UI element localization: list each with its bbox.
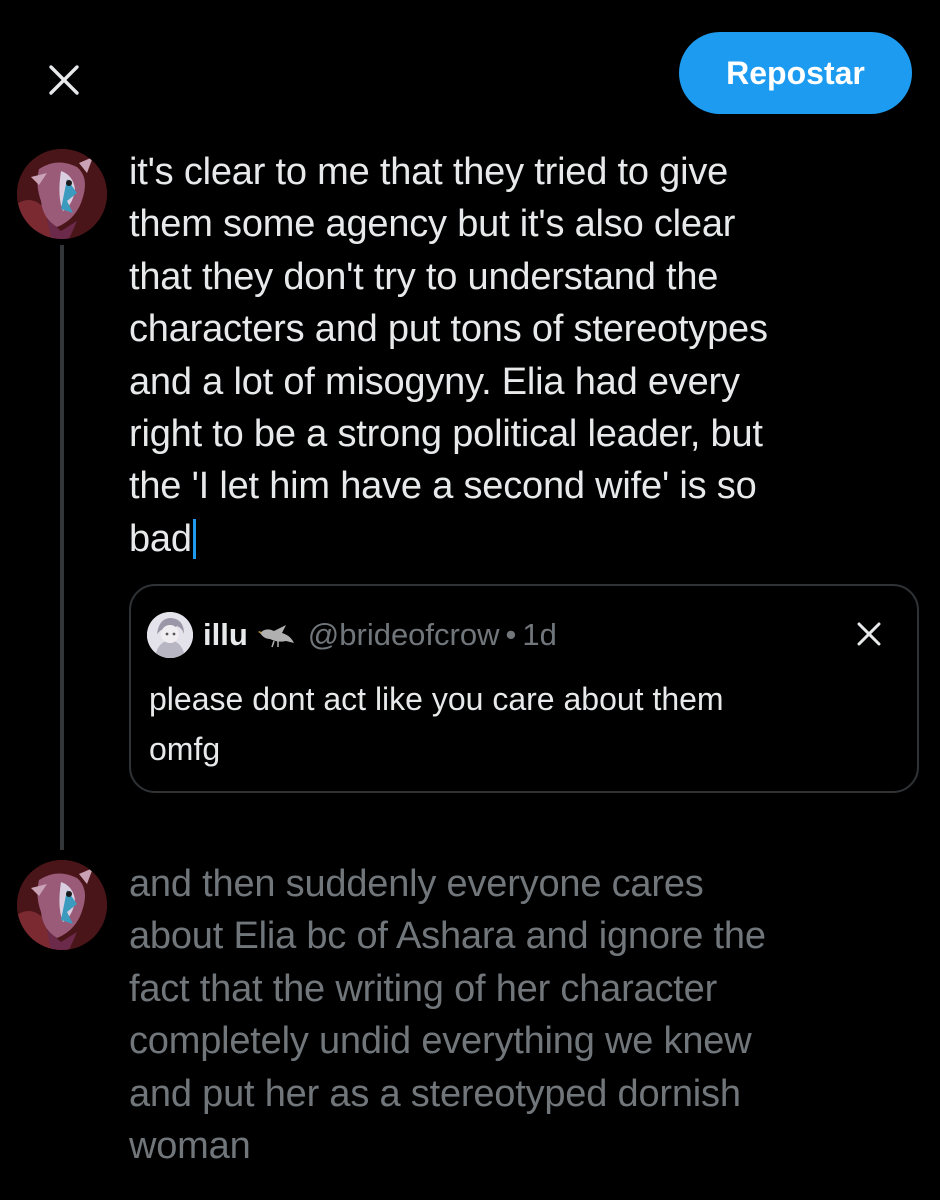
close-icon — [49, 65, 79, 95]
post-text-content: it's clear to me that they tried to give… — [129, 151, 768, 560]
close-button[interactable] — [36, 52, 92, 108]
quoted-post-header: illu @brideofcrow • 1d — [147, 612, 557, 658]
remove-quote-button[interactable] — [843, 608, 895, 660]
quoted-author-handle: @brideofcrow — [307, 617, 500, 652]
thread-post-text[interactable]: and then suddenly everyone cares about E… — [129, 858, 919, 1172]
thread-connector-line — [60, 245, 64, 850]
quoted-post-text: please dont act like you care about them… — [149, 681, 724, 767]
avatar[interactable] — [17, 860, 107, 950]
repost-button[interactable]: Repostar — [679, 32, 912, 114]
post-compose-text[interactable]: it's clear to me that they tried to give… — [129, 146, 919, 565]
quoted-post-time: 1d — [522, 617, 557, 652]
avatar-image — [17, 149, 107, 239]
quoted-author-name: illu — [203, 617, 248, 652]
avatar[interactable] — [17, 149, 107, 239]
avatar-image — [17, 860, 107, 950]
quoted-avatar — [147, 612, 193, 658]
separator-dot: • — [505, 617, 517, 652]
text-cursor — [192, 518, 196, 559]
quoted-post-card[interactable]: illu @brideofcrow • 1d please dont act l… — [129, 584, 919, 793]
crow-icon — [257, 625, 294, 648]
close-icon — [857, 622, 881, 646]
